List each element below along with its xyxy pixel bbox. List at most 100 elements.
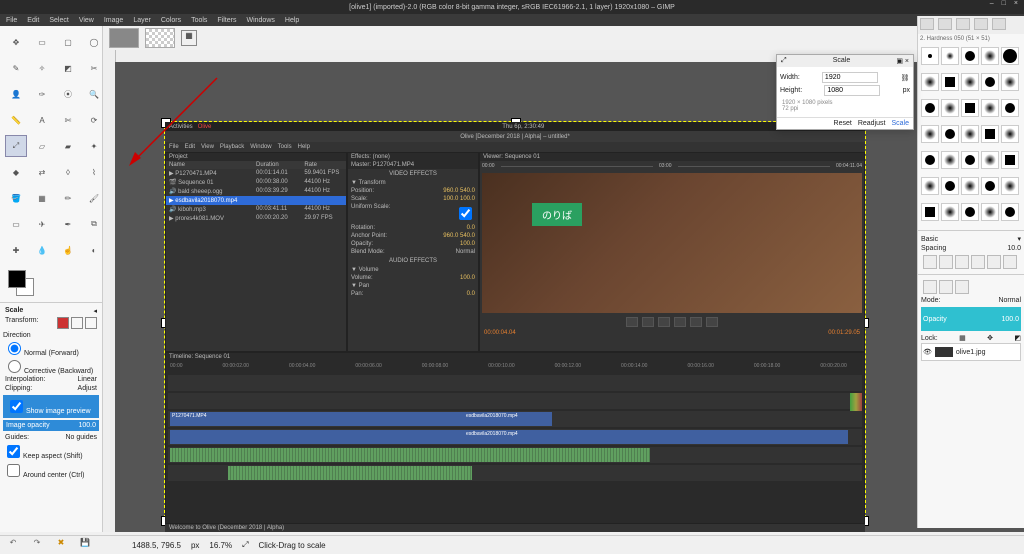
gradient-tool[interactable]: ▦ <box>31 187 53 209</box>
cage-tool[interactable]: ◊ <box>57 161 79 183</box>
pencil-tool[interactable]: ✏ <box>57 187 79 209</box>
olive-video-track-0[interactable]: P1270471.MP4 esdbavila2018070.mp4 <box>168 411 862 427</box>
shear-tool[interactable]: ▱ <box>31 135 53 157</box>
brush-item[interactable] <box>1001 125 1019 143</box>
menu-help[interactable]: Help <box>285 17 299 24</box>
sb-redo-icon[interactable]: ↷ <box>30 538 44 552</box>
olive-audio-waveform[interactable] <box>170 448 650 462</box>
brush-item[interactable] <box>981 99 999 117</box>
olive-project-row[interactable]: ▶ prores4k081.MOV00:00:20.2029.97 FPS <box>166 214 346 223</box>
layer-visibility-icon[interactable]: 👁 <box>923 348 932 356</box>
menu-windows[interactable]: Windows <box>246 17 274 24</box>
menu-edit[interactable]: Edit <box>27 17 39 24</box>
olive-uniform-checkbox[interactable] <box>459 207 472 220</box>
olive-clip-audio[interactable] <box>170 430 464 444</box>
menu-file[interactable]: File <box>6 17 17 24</box>
channels-tab[interactable] <box>939 280 953 294</box>
brush-item[interactable] <box>981 73 999 91</box>
text-tool[interactable]: A <box>31 109 53 131</box>
fuzzy-select-tool[interactable]: ✧ <box>31 57 53 79</box>
brush-item[interactable] <box>941 73 959 91</box>
guides-select[interactable]: No guides <box>65 434 97 441</box>
scale-height-input[interactable] <box>824 85 880 96</box>
olive-current-timecode[interactable]: 00:00:04.04 <box>484 330 516 336</box>
menu-filters[interactable]: Filters <box>217 17 236 24</box>
brush-item[interactable] <box>921 177 939 195</box>
transform-layer-icon[interactable] <box>57 317 69 329</box>
brush-item[interactable] <box>981 47 999 65</box>
brush-spacing-value[interactable]: 10.0 <box>1007 245 1021 252</box>
brush-item[interactable] <box>961 47 979 65</box>
menu-select[interactable]: Select <box>49 17 68 24</box>
scale-dialog-close-icon[interactable]: × <box>905 58 909 65</box>
paths-tab[interactable] <box>955 280 969 294</box>
transform-path-icon[interactable] <box>85 317 97 329</box>
eraser-tool[interactable]: ▭ <box>5 213 27 235</box>
olive-col-duration[interactable]: Duration <box>256 162 304 168</box>
olive-menu-edit[interactable]: Edit <box>185 144 195 150</box>
delete-brush-icon[interactable] <box>971 255 985 269</box>
olive-clip[interactable]: esdbavila2018070.mp4 <box>464 412 552 426</box>
brush-item[interactable] <box>1001 47 1019 65</box>
olive-timeline-ruler[interactable]: 00:0000:00:02.0000:00:04.0000:00:06.0000… <box>166 361 864 371</box>
image-tab-2[interactable] <box>145 28 175 48</box>
brush-item[interactable] <box>921 151 939 169</box>
brush-item[interactable] <box>961 99 979 117</box>
brush-item[interactable] <box>961 73 979 91</box>
scissors-tool[interactable]: ✂ <box>83 57 105 79</box>
brush-item[interactable] <box>1001 99 1019 117</box>
olive-anchor-y[interactable]: 540.0 <box>460 233 475 239</box>
foreground-tool[interactable]: 👤 <box>5 83 27 105</box>
sb-save-icon[interactable]: 💾 <box>78 538 92 552</box>
bucket-fill-tool[interactable]: 🪣 <box>5 187 27 209</box>
interpolation-select[interactable]: Linear <box>78 376 97 383</box>
olive-project-row[interactable]: ▶ P1270471.MP400:01:14.0159.9401 FPS <box>166 169 346 178</box>
brush-item[interactable] <box>1001 177 1019 195</box>
olive-record-icon[interactable] <box>706 317 718 327</box>
color-swatches[interactable] <box>0 266 102 302</box>
measure-tool[interactable]: 📏 <box>5 109 27 131</box>
clone-tool[interactable]: ⧉ <box>83 213 105 235</box>
brush-item[interactable] <box>941 99 959 117</box>
olive-project-row-selected[interactable]: ▶ esdbavila2018070.mp4 <box>166 196 346 205</box>
olive-menu-playback[interactable]: Playback <box>220 144 244 150</box>
refresh-brush-icon[interactable] <box>987 255 1001 269</box>
olive-goto-start-icon[interactable] <box>626 317 638 327</box>
brush-item[interactable] <box>981 151 999 169</box>
clipping-select[interactable]: Adjust <box>78 385 97 392</box>
olive-next-frame-icon[interactable] <box>674 317 686 327</box>
patterns-tab[interactable] <box>938 18 952 30</box>
menu-view[interactable]: View <box>79 17 94 24</box>
brush-item[interactable] <box>1001 151 1019 169</box>
olive-goto-end-icon[interactable] <box>690 317 702 327</box>
handle-transform-tool[interactable]: ◆ <box>5 161 27 183</box>
unified-transform-tool[interactable]: ✦ <box>83 135 105 157</box>
brush-item[interactable] <box>961 125 979 143</box>
brush-item[interactable] <box>921 99 939 117</box>
brush-item[interactable] <box>981 203 999 221</box>
olive-position-y[interactable]: 540.0 <box>460 188 475 194</box>
brush-item[interactable] <box>921 73 939 91</box>
flip-tool[interactable]: ⇄ <box>31 161 53 183</box>
zoom-select[interactable]: 16.7% <box>209 541 232 550</box>
brush-item[interactable] <box>941 203 959 221</box>
brush-item[interactable] <box>941 125 959 143</box>
brush-item[interactable] <box>981 125 999 143</box>
brush-item[interactable] <box>961 203 979 221</box>
heal-tool[interactable]: ✚ <box>5 239 27 261</box>
free-select-tool[interactable]: ✎ <box>5 57 27 79</box>
menu-image[interactable]: Image <box>104 17 123 24</box>
olive-volume-value[interactable]: 100.0 <box>460 275 475 281</box>
layers-tab[interactable] <box>923 280 937 294</box>
history-tab[interactable] <box>992 18 1006 30</box>
menu-layer[interactable]: Layer <box>133 17 151 24</box>
tool-options-menu-icon[interactable]: ◂ <box>93 307 97 315</box>
menu-colors[interactable]: Colors <box>161 17 181 24</box>
scale-unit-select[interactable]: px <box>903 87 910 94</box>
brush-item[interactable] <box>1001 203 1019 221</box>
olive-opacity-value[interactable]: 100.0 <box>460 241 475 247</box>
olive-blend-select[interactable]: Normal <box>456 249 475 255</box>
brush-category-select[interactable]: Basic <box>921 236 938 243</box>
sb-close-icon[interactable]: ✖ <box>54 538 68 552</box>
brush-item[interactable] <box>1001 73 1019 91</box>
